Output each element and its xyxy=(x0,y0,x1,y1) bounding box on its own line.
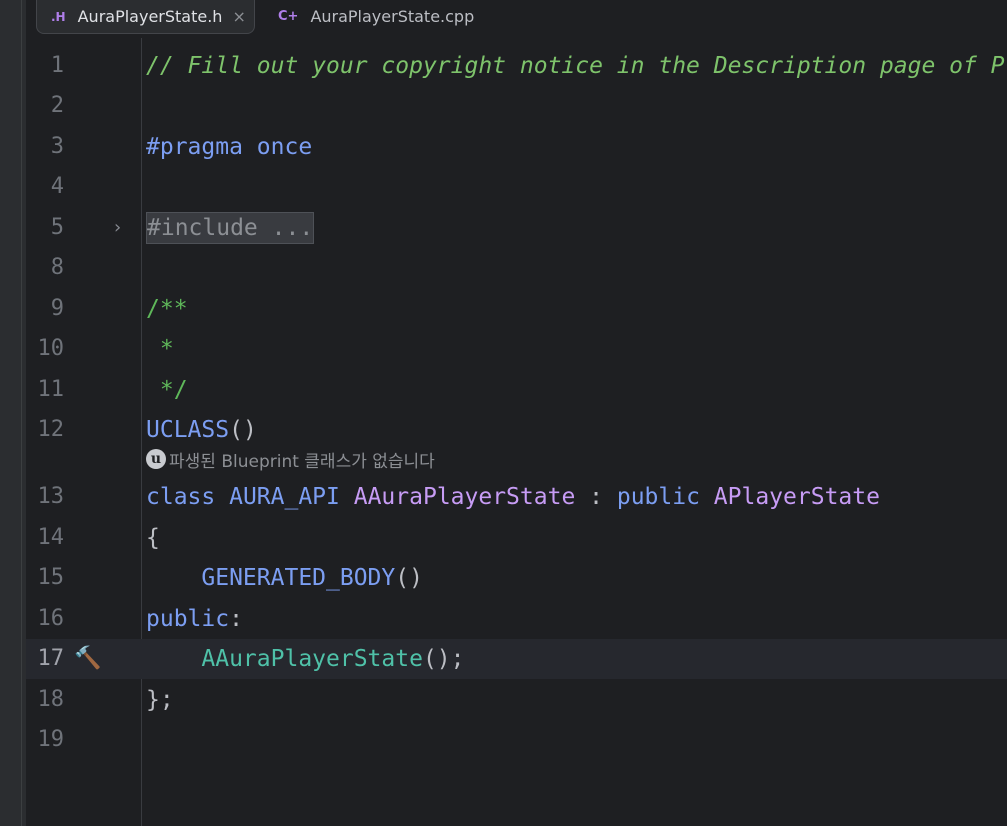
code-line: 13 class AURA_API AAuraPlayerState : pub… xyxy=(26,477,1007,517)
code-text: { xyxy=(146,525,160,551)
line-number: 12 xyxy=(37,417,65,442)
code-line: 12 UCLASS() xyxy=(26,410,1007,450)
line-number: 14 xyxy=(37,525,65,550)
header-file-icon: .H xyxy=(51,9,66,24)
code-text: // Fill out your copyright notice in the… xyxy=(146,53,1005,79)
line-number: 18 xyxy=(37,687,65,712)
chevron-right-icon[interactable]: › xyxy=(112,208,123,248)
blueprint-hint-text: 파생된 Blueprint 클래스가 없습니다 xyxy=(169,451,435,472)
line-number: 19 xyxy=(37,727,65,752)
code-text: * xyxy=(146,336,174,362)
code-line: 16 public: xyxy=(26,599,1007,639)
code-text: #pragma once xyxy=(146,134,313,160)
editor-tab-bar: .H AuraPlayerState.h × C+ AuraPlayerStat… xyxy=(26,0,1007,38)
code-text: public: xyxy=(146,606,243,632)
line-number: 8 xyxy=(50,255,64,280)
tab-label: AuraPlayerState.h xyxy=(77,7,223,26)
code-text: GENERATED_BODY() xyxy=(146,565,423,591)
line-number: 3 xyxy=(50,134,64,159)
line-number: 15 xyxy=(37,565,65,590)
code-line: 19 xyxy=(26,720,1007,760)
hammer-icon[interactable]: 🔨 xyxy=(74,639,101,679)
folded-includes[interactable]: #include ... xyxy=(146,212,315,244)
line-number: 9 xyxy=(50,296,64,321)
line-number: 13 xyxy=(37,484,65,509)
line-number: 2 xyxy=(50,93,64,118)
code-text: */ xyxy=(146,377,188,403)
code-text: UCLASS() xyxy=(146,417,257,443)
code-line: 15 GENERATED_BODY() xyxy=(26,558,1007,598)
tab-aura-player-state-h[interactable]: .H AuraPlayerState.h × xyxy=(36,0,255,34)
line-number: 16 xyxy=(37,606,65,631)
code-line: 11 */ xyxy=(26,370,1007,410)
cpp-file-icon: C+ xyxy=(278,9,299,24)
code-line: 3 #pragma once xyxy=(26,127,1007,167)
code-line: 8 xyxy=(26,248,1007,288)
tab-label: AuraPlayerState.cpp xyxy=(310,7,475,26)
code-line: 5 › #include ... xyxy=(26,208,1007,248)
tab-aura-player-state-cpp[interactable]: C+ AuraPlayerState.cpp xyxy=(274,0,474,33)
code-line-current: 17 🔨 AAuraPlayerState(); xyxy=(26,639,1007,679)
code-line: 1 // Fill out your copyright notice in t… xyxy=(26,46,1007,86)
code-line: 2 xyxy=(26,86,1007,126)
unreal-icon: u xyxy=(146,449,166,469)
line-number: 11 xyxy=(37,377,65,402)
close-icon[interactable]: × xyxy=(232,7,245,26)
code-text: /** xyxy=(146,296,188,322)
code-text[interactable]: #include ... xyxy=(146,208,315,248)
code-line: 10 * xyxy=(26,329,1007,369)
line-number: 5 xyxy=(50,215,64,240)
code-text: AAuraPlayerState(); xyxy=(146,646,465,672)
code-line: 14 { xyxy=(26,518,1007,558)
code-line: 4 xyxy=(26,167,1007,207)
blueprint-hint[interactable]: u 파생된 Blueprint 클래스가 없습니다 xyxy=(146,446,435,472)
code-text: }; xyxy=(146,687,174,713)
code-line: 9 /** xyxy=(26,289,1007,329)
line-number: 17 xyxy=(37,646,65,671)
code-text: class AURA_API AAuraPlayerState : public… xyxy=(146,484,880,510)
tool-window-strip xyxy=(0,0,26,826)
line-number: 10 xyxy=(37,336,65,361)
line-number: 1 xyxy=(50,53,64,78)
code-line: 18 }; xyxy=(26,680,1007,720)
line-number: 4 xyxy=(50,174,64,199)
code-editor[interactable]: 1 // Fill out your copyright notice in t… xyxy=(26,38,1007,826)
